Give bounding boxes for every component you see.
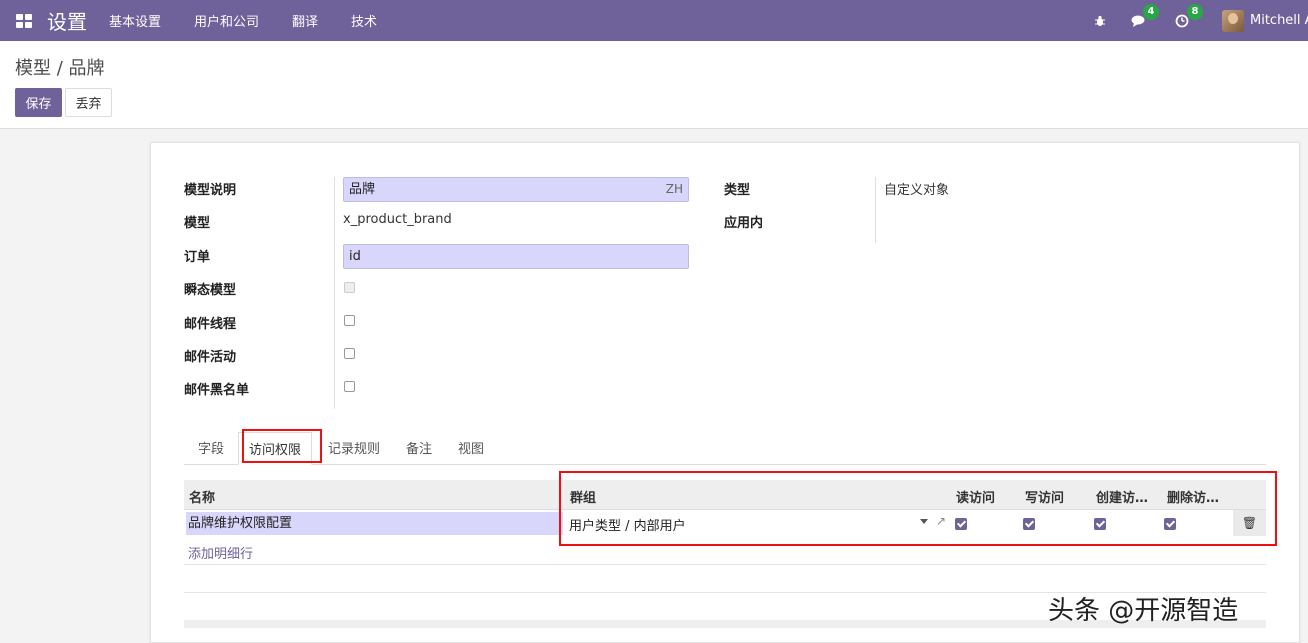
notebook-tabs: 字段 访问权限 记录规则 备注 视图 — [184, 432, 1266, 465]
menu-translations[interactable]: 翻译 — [292, 11, 318, 30]
add-line-link[interactable]: 添加明细行 — [188, 543, 253, 562]
mail-thread-label: 邮件线程 — [184, 317, 237, 332]
form-sheet: 模型说明 品牌 ZH 模型 x_product_brand 订单 id 瞬态模型… — [150, 142, 1300, 643]
model-value: x_product_brand — [343, 212, 452, 227]
translate-lang-button[interactable]: ZH — [666, 178, 683, 201]
transient-checkbox — [344, 282, 355, 293]
highlight-box — [242, 429, 322, 463]
transient-label: 瞬态模型 — [184, 283, 237, 298]
mail-activity-checkbox[interactable] — [344, 348, 355, 359]
control-panel: 模型 / 品牌 保存 丢弃 — [0, 41, 1308, 129]
tab-record-rules[interactable]: 记录规则 — [328, 438, 380, 457]
mail-thread-checkbox[interactable] — [344, 315, 355, 326]
divider — [334, 177, 335, 409]
mail-blacklist-label: 邮件黑名单 — [184, 383, 250, 398]
access-name-input[interactable]: 品牌维护权限配置 — [186, 512, 563, 535]
menu-users-companies[interactable]: 用户和公司 — [194, 11, 259, 30]
app-title[interactable]: 设置 — [47, 6, 87, 35]
apps-menu-icon[interactable] — [16, 13, 32, 28]
breadcrumb: 模型 / 品牌 — [15, 58, 105, 79]
col-name-header[interactable]: 名称 — [189, 487, 215, 506]
tab-fields[interactable]: 字段 — [198, 438, 224, 457]
mail-activity-label: 邮件活动 — [184, 350, 237, 365]
top-navbar: 设置 基本设置 用户和公司 翻译 技术 4 8 Mitchell A — [0, 0, 1308, 41]
model-desc-label: 模型说明 — [184, 183, 237, 198]
order-value: id — [349, 249, 361, 264]
model-label: 模型 — [184, 216, 211, 231]
messages-icon[interactable]: 4 — [1130, 3, 1159, 29]
messages-count-badge: 4 — [1143, 3, 1159, 20]
menu-technical[interactable]: 技术 — [351, 11, 377, 30]
model-desc-value: 品牌 — [349, 182, 376, 197]
bug-icon[interactable] — [1092, 13, 1108, 29]
divider — [875, 177, 876, 243]
highlight-box — [559, 471, 1277, 546]
menu-general-settings[interactable]: 基本设置 — [109, 11, 161, 30]
type-value: 自定义对象 — [884, 183, 950, 198]
mail-blacklist-checkbox[interactable] — [344, 381, 355, 392]
type-label: 类型 — [724, 183, 751, 198]
in-apps-label: 应用内 — [724, 216, 764, 231]
watermark: 头条 @开源智造 — [1048, 596, 1239, 626]
order-label: 订单 — [184, 250, 211, 265]
tab-notes[interactable]: 备注 — [406, 438, 432, 457]
user-avatar[interactable] — [1222, 9, 1244, 32]
order-input[interactable]: id — [343, 244, 689, 269]
tab-views[interactable]: 视图 — [458, 438, 484, 457]
activities-icon[interactable]: 8 — [1174, 3, 1203, 29]
row-divider — [184, 564, 1266, 565]
systray: 4 8 Mitchell A — [1092, 0, 1308, 41]
discard-button[interactable]: 丢弃 — [65, 88, 112, 117]
save-button[interactable]: 保存 — [15, 88, 62, 117]
user-name[interactable]: Mitchell A — [1250, 13, 1308, 28]
model-desc-input[interactable]: 品牌 ZH — [343, 177, 689, 202]
activities-count-badge: 8 — [1187, 3, 1203, 20]
